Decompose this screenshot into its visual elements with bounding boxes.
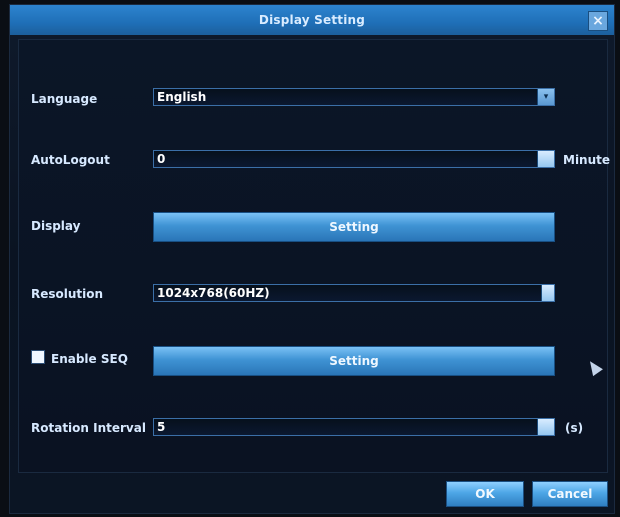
close-button[interactable]: × xyxy=(588,11,608,31)
title-bar: Display Setting × xyxy=(10,5,614,35)
dialog-title: Display Setting xyxy=(258,13,366,27)
display-label: Display xyxy=(31,219,81,233)
display-setting-dialog: Display Setting × Language English ▾ Aut… xyxy=(10,5,614,513)
language-label: Language xyxy=(31,92,98,106)
enable-seq-checkbox[interactable] xyxy=(31,350,45,364)
resolution-dropdown-icon[interactable] xyxy=(541,285,554,301)
display-setting-button[interactable]: Setting xyxy=(153,212,555,242)
resolution-label: Resolution xyxy=(31,287,104,301)
autologout-spinner[interactable] xyxy=(537,151,554,167)
cancel-button[interactable]: Cancel xyxy=(532,481,608,507)
language-select[interactable]: English ▾ xyxy=(153,88,555,106)
rotation-interval-value: 5 xyxy=(157,420,166,434)
rotation-interval-input[interactable]: 5 xyxy=(153,418,555,436)
language-value: English xyxy=(157,90,207,104)
autologout-input[interactable]: 0 xyxy=(153,150,555,168)
autologout-value: 0 xyxy=(157,152,166,166)
autologout-label: AutoLogout xyxy=(31,153,110,167)
resolution-value: 1024x768(60HZ) xyxy=(157,286,270,300)
rotation-interval-spinner[interactable] xyxy=(537,419,554,435)
rotation-interval-unit: (s) xyxy=(565,421,584,435)
seq-setting-button[interactable]: Setting xyxy=(153,346,555,376)
enable-seq-label: Enable SEQ xyxy=(51,352,128,366)
autologout-unit: Minute xyxy=(563,153,611,167)
dropdown-icon[interactable]: ▾ xyxy=(537,89,554,105)
resolution-select[interactable]: 1024x768(60HZ) xyxy=(153,284,555,302)
rotation-interval-label: Rotation Interval xyxy=(31,421,146,435)
ok-button[interactable]: OK xyxy=(446,481,524,507)
settings-panel: Language English ▾ AutoLogout 0 Minute D… xyxy=(18,39,611,473)
